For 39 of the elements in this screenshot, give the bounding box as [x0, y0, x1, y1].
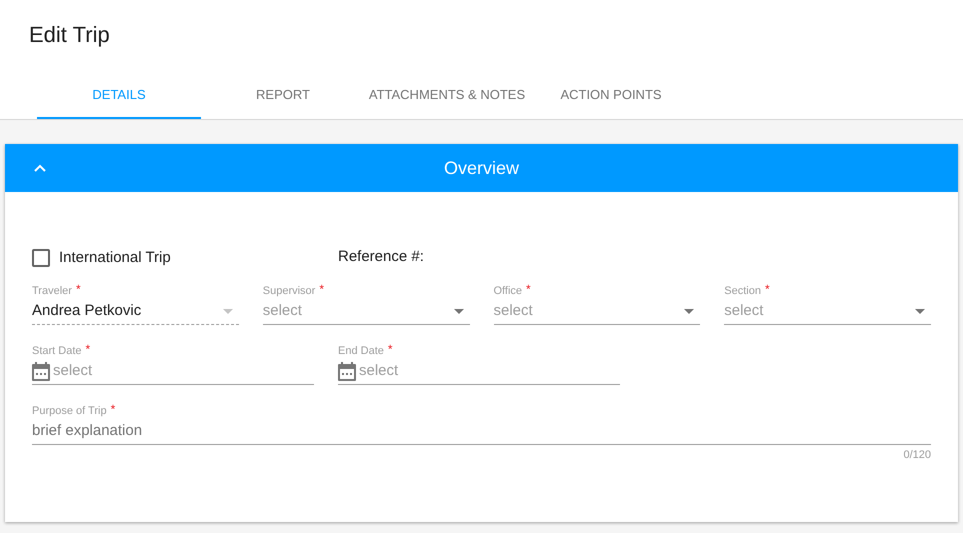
panel-header[interactable]: Overview: [5, 144, 958, 192]
required-mark: *: [86, 343, 90, 355]
checkbox[interactable]: [32, 249, 50, 267]
calendar-icon: [32, 362, 50, 382]
select-field[interactable]: select: [724, 299, 931, 325]
dropdown-caret-icon: [222, 309, 233, 314]
field-label: Supervisor: [262, 284, 316, 299]
select-field: Andrea Petkovic: [32, 299, 239, 325]
dropdown-caret-icon: [915, 309, 925, 314]
tab[interactable]: REPORT: [201, 72, 365, 119]
dropdown-caret-icon: [684, 309, 694, 314]
required-mark: *: [388, 343, 393, 355]
tab[interactable]: ATTACHMENTS & NOTES: [365, 72, 529, 119]
date-field[interactable]: select: [338, 359, 620, 385]
purpose-input-field[interactable]: brief explanation: [32, 419, 931, 445]
date-field[interactable]: select: [32, 359, 314, 385]
select-field[interactable]: select: [262, 299, 470, 325]
field-label: Purpose of Trip: [32, 404, 107, 419]
field-label: Start Date: [32, 344, 82, 359]
calendar-icon: [338, 362, 356, 382]
select-field[interactable]: select: [494, 299, 700, 325]
required-mark: *: [526, 283, 531, 295]
checkbox-label: International Trip: [59, 248, 171, 268]
page-title: Edit Trip: [29, 21, 111, 49]
required-mark: *: [319, 283, 324, 295]
tab[interactable]: DETAILS: [37, 72, 201, 119]
field-label: Office: [494, 284, 522, 299]
required-mark: *: [110, 403, 116, 415]
tab[interactable]: ACTION POINTS: [529, 72, 693, 119]
required-mark: *: [764, 283, 770, 295]
character-counter: 0/120: [903, 448, 931, 463]
required-mark: *: [76, 283, 81, 295]
chevron-up-icon[interactable]: [34, 164, 46, 172]
field-label: Section: [724, 284, 761, 299]
panel-title: Overview: [442, 156, 520, 180]
dropdown-caret-icon: [454, 309, 464, 314]
field-label: Traveler: [32, 284, 72, 299]
field-label: End Date: [338, 344, 384, 359]
reference-label: Reference #:: [338, 246, 424, 267]
